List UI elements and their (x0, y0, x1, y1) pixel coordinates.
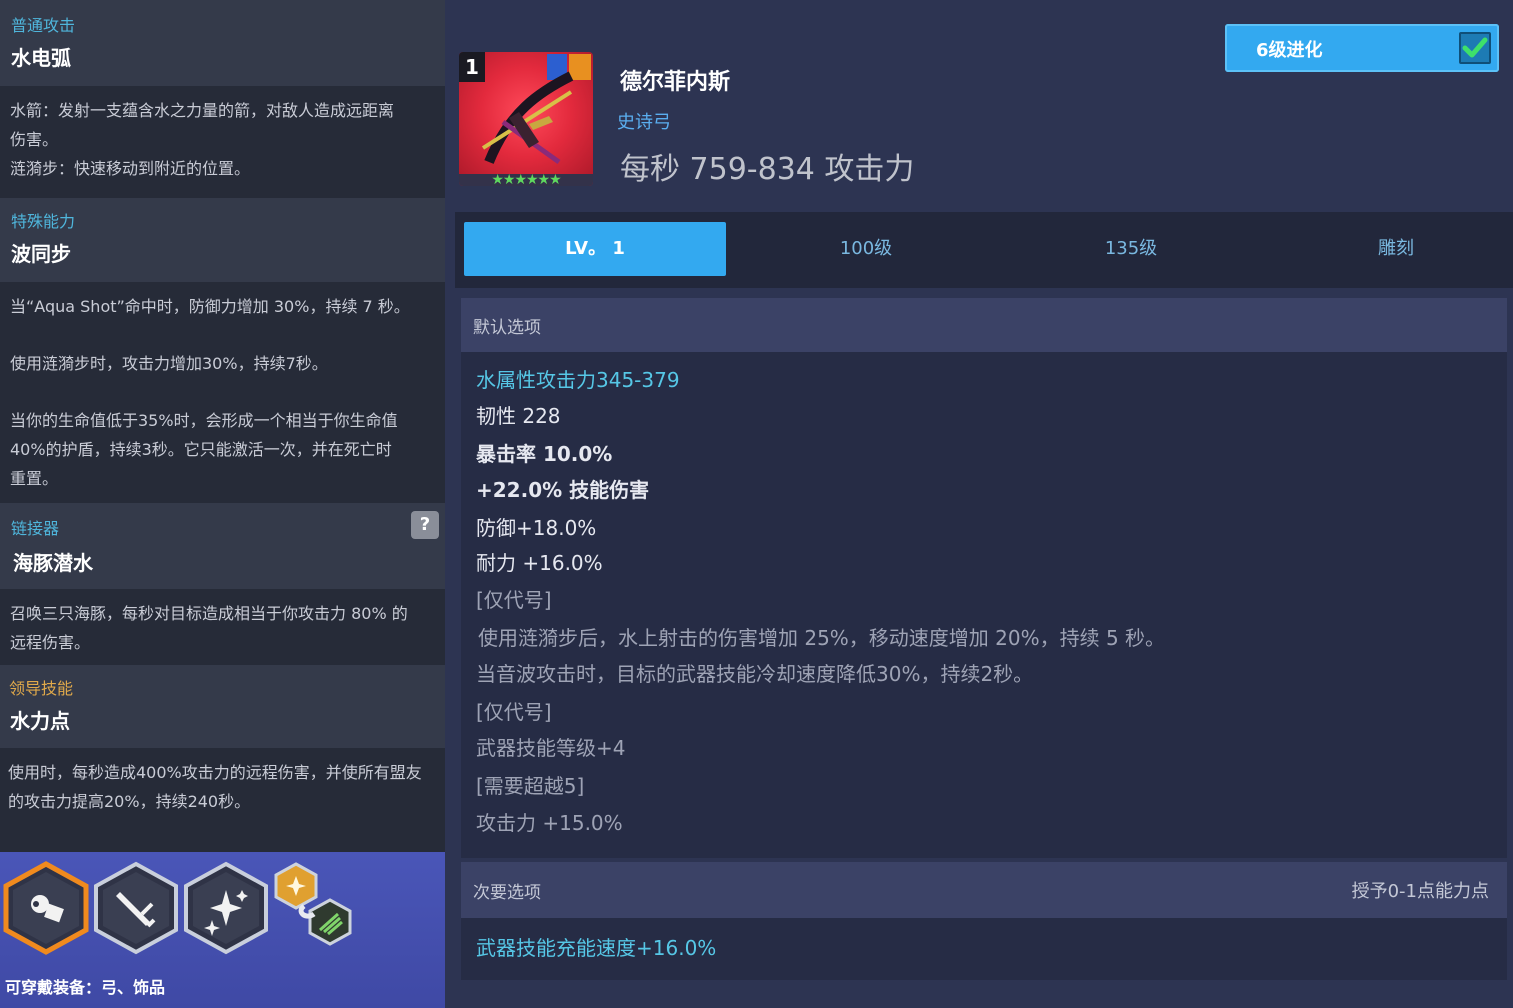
stat-line: 水属性攻击力345-379 (476, 368, 680, 392)
stat-line: [仅代号] (476, 700, 552, 724)
chain-skill-header: 链接器 ? 海豚潜水 (0, 503, 445, 589)
level-tabs: LV。 1 100级 135级 雕刻 (455, 212, 1513, 288)
weapon-detail-panel: 6级进化 1 ★★★★★★ 德尔菲内斯 史诗弓 每秒 759-834 攻击力 L… (445, 0, 1513, 1008)
special-ability-desc-line: 当“Aqua Shot”命中时，防御力增加 30%，持续 7 秒。 (10, 297, 410, 316)
stat-line: [仅代号] (476, 588, 552, 612)
stat-line: 武器技能充能速度+16.0% (476, 936, 717, 960)
chain-skill-desc-line: 召唤三只海豚，每秒对目标造成相当于你攻击力 80% 的 (10, 604, 408, 623)
dagger-skill-icon[interactable] (92, 860, 180, 956)
leader-skill-header: 领导技能 水力点 (0, 665, 445, 748)
stat-line: 当音波攻击时，目标的武器技能冷却速度降低30%，持续2秒。 (476, 662, 1034, 686)
basic-attack-title: 水电弧 (11, 46, 71, 70)
weapon-icon[interactable]: 1 ★★★★★★ (459, 52, 593, 186)
special-ability-label: 特殊能力 (11, 212, 76, 231)
equipment-label: 可穿戴装备：弓、饰品 (5, 978, 166, 997)
evolution-label: 6级进化 (1256, 40, 1323, 61)
stat-line: 耐力 +16.0% (476, 551, 603, 575)
special-ability-header: 特殊能力 波同步 (0, 198, 445, 282)
basic-attack-label: 普通攻击 (11, 16, 76, 35)
help-button[interactable]: ? (411, 511, 439, 539)
leader-skill-title: 水力点 (10, 709, 70, 733)
weapon-name: 德尔菲内斯 (620, 70, 731, 95)
special-ability-desc-line: 40%的护盾，持续3秒。它只能激活一次，并在死亡时 (10, 440, 392, 459)
chain-link-icon[interactable] (272, 862, 356, 958)
checkmark-icon[interactable] (1459, 32, 1491, 64)
tab-lv1[interactable]: LV。 1 (464, 222, 726, 276)
default-options-header: 默认选项 (461, 298, 1507, 352)
chain-skill-label: 链接器 (11, 519, 60, 538)
secondary-options-box: 次要选项 授予0-1点能力点 武器技能充能速度+16.0% (461, 862, 1507, 980)
leader-skill-label: 领导技能 (9, 679, 74, 698)
sparkle-skill-icon[interactable] (182, 860, 270, 956)
basic-attack-desc-line: 水箭：发射一支蕴含水之力量的箭，对敌人造成远距离 (10, 101, 395, 120)
tab-level-100[interactable]: 100级 (735, 222, 997, 276)
basic-attack-desc-line: 伤害。 (10, 130, 59, 149)
tab-engrave[interactable]: 雕刻 (1265, 222, 1513, 276)
star-rating: ★★★★★★ (459, 173, 593, 186)
default-options-title: 默认选项 (473, 318, 541, 338)
leader-skill-desc-line: 使用时，每秒造成400%攻击力的远程伤害，并使所有盟友 (8, 763, 422, 782)
special-ability-desc-line: 重置。 (10, 469, 59, 488)
stat-line: 韧性 228 (476, 404, 561, 428)
default-options-box: 默认选项 水属性攻击力345-379 韧性 228 暴击率 10.0% +22.… (461, 298, 1507, 858)
chain-skill-desc-line: 远程伤害。 (10, 633, 91, 652)
weapon-rarity: 史诗弓 (617, 112, 671, 133)
special-ability-desc-line: 当你的生命值低于35%时，会形成一个相当于你生命值 (10, 411, 398, 430)
stat-line: 暴击率 10.0% (476, 442, 613, 466)
leader-skill-desc-line: 的攻击力提高20%，持续240秒。 (8, 792, 251, 811)
stat-line: [需要超越5] (476, 774, 585, 798)
stat-line: 攻击力 +15.0% (476, 811, 623, 835)
stat-line: 使用涟漪步后，水上射击的伤害增加 25%，移动速度增加 20%，持续 5 秒。 (478, 626, 1166, 650)
stat-line: 武器技能等级+4 (476, 736, 626, 760)
basic-attack-header: 普通攻击 水电弧 (0, 0, 445, 86)
secondary-options-header: 次要选项 授予0-1点能力点 (461, 862, 1507, 918)
weapon-dps: 每秒 759-834 攻击力 (620, 152, 915, 187)
secondary-options-title: 次要选项 (473, 883, 541, 903)
chain-skill-description: 召唤三只海豚，每秒对目标造成相当于你攻击力 80% 的 远程伤害。 (0, 589, 445, 665)
basic-attack-description: 水箭：发射一支蕴含水之力量的箭，对敌人造成远距离 伤害。 涟漪步：快速移动到附近… (0, 86, 445, 198)
chain-skill-title: 海豚潜水 (13, 551, 93, 575)
special-ability-desc-line: 使用涟漪步时，攻击力增加30%，持续7秒。 (10, 354, 328, 373)
leader-skill-description: 使用时，每秒造成400%攻击力的远程伤害，并使所有盟友 的攻击力提高20%，持续… (0, 748, 445, 852)
special-ability-title: 波同步 (11, 242, 71, 266)
basic-attack-desc-line: 涟漪步：快速移动到附近的位置。 (10, 159, 251, 178)
skill-panel: 普通攻击 水电弧 水箭：发射一支蕴含水之力量的箭，对敌人造成远距离 伤害。 涟漪… (0, 0, 445, 1008)
slot-number: 1 (459, 52, 485, 82)
evolution-toggle[interactable]: 6级进化 (1225, 24, 1499, 72)
stat-line: +22.0% 技能伤害 (476, 478, 650, 502)
stat-line: 防御+18.0% (476, 516, 597, 540)
tab-level-135[interactable]: 135级 (1000, 222, 1262, 276)
sword-skill-icon[interactable] (2, 860, 90, 956)
special-ability-description: 当“Aqua Shot”命中时，防御力增加 30%，持续 7 秒。 使用涟漪步时… (0, 282, 445, 503)
ability-points-note: 授予0-1点能力点 (1351, 881, 1489, 902)
